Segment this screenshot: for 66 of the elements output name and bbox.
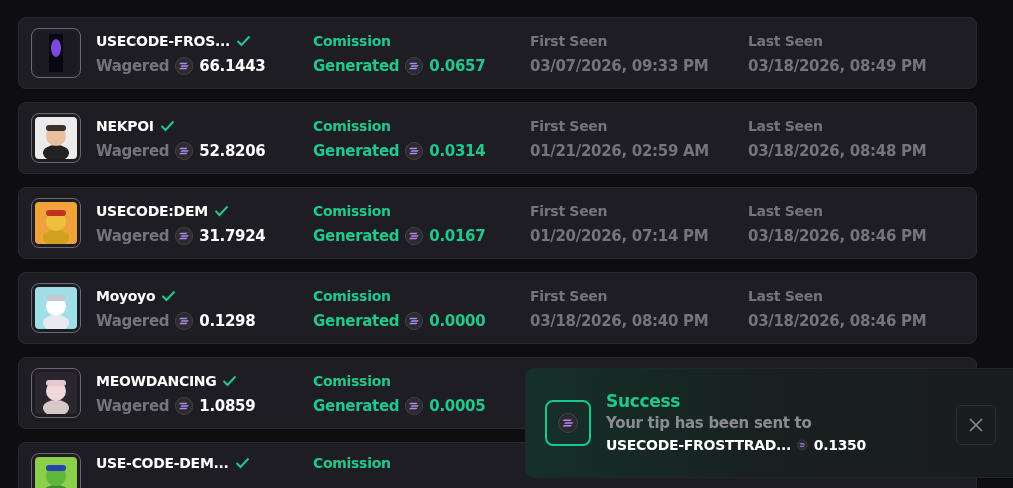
generated-value: 0.0314: [429, 141, 486, 160]
wagered-value: 31.7924: [199, 226, 266, 245]
commission-label: Comission: [313, 32, 391, 49]
wagered-label: Wagered: [96, 56, 170, 75]
coin-icon: [175, 226, 194, 245]
coin-icon: [175, 396, 194, 415]
close-button[interactable]: [956, 405, 996, 445]
coin-icon: [175, 141, 194, 160]
first-seen-label: First Seen: [530, 32, 608, 49]
generated-label: Generated: [313, 311, 400, 330]
wagered-value: 1.0859: [199, 396, 256, 415]
first-seen-label: First Seen: [530, 117, 608, 134]
generated-label: Generated: [313, 396, 400, 415]
coin-icon: [175, 311, 194, 330]
recipient-name: USECODE-FROSTTRAD...: [606, 437, 792, 453]
wagered-value: 52.8206: [199, 141, 266, 160]
coin-icon: [405, 311, 424, 330]
generated-value: 0.0005: [429, 396, 486, 415]
last-seen-date: 03/18/2026, 08:49 PM: [748, 56, 927, 75]
username: USECODE:DEM: [96, 202, 208, 219]
commission-label: Comission: [313, 117, 391, 134]
generated-value: 0.0000: [429, 311, 486, 330]
username: Moyoyo: [96, 287, 156, 304]
coin-icon: [797, 436, 808, 454]
last-seen-date: 03/18/2026, 08:46 PM: [748, 226, 927, 245]
coin-icon: [405, 56, 424, 75]
last-seen-label: Last Seen: [748, 202, 823, 219]
last-seen-label: Last Seen: [748, 287, 823, 304]
generated-value: 0.0657: [429, 56, 486, 75]
generated-label: Generated: [313, 56, 400, 75]
coin-icon: [405, 141, 424, 160]
wagered-label: Wagered: [96, 141, 170, 160]
generated-value: 0.0167: [429, 226, 486, 245]
toast-message: Your tip has been sent to: [606, 414, 813, 432]
first-seen-date: 03/07/2026, 09:33 PM: [530, 56, 709, 75]
wagered-label: Wagered: [96, 396, 170, 415]
wagered-label: Wagered: [96, 311, 170, 330]
first-seen-date: 01/21/2026, 02:59 AM: [530, 141, 709, 160]
wagered-label: Wagered: [96, 226, 170, 245]
generated-label: Generated: [313, 141, 400, 160]
close-icon: [969, 418, 983, 432]
first-seen-label: First Seen: [530, 202, 608, 219]
first-seen-date: 03/18/2026, 08:40 PM: [530, 311, 709, 330]
first-seen-label: First Seen: [530, 287, 608, 304]
generated-label: Generated: [313, 226, 400, 245]
username: USECODE-FROS...: [96, 32, 230, 49]
username: MEOWDANCING: [96, 372, 217, 389]
tip-amount: 0.1350: [813, 437, 866, 453]
coin-icon: [558, 413, 578, 433]
commission-label: Comission: [313, 202, 391, 219]
commission-label: Comission: [313, 455, 391, 471]
last-seen-label: Last Seen: [748, 117, 823, 134]
toast-title: Success: [606, 391, 682, 411]
commission-label: Comission: [313, 372, 391, 389]
commission-label: Comission: [313, 287, 391, 304]
last-seen-date: 03/18/2026, 08:48 PM: [748, 141, 927, 160]
username: NEKPOI: [96, 117, 154, 134]
coin-icon: [405, 396, 424, 415]
first-seen-date: 01/20/2026, 07:14 PM: [530, 226, 709, 245]
last-seen-label: Last Seen: [748, 32, 823, 49]
coin-icon: [405, 226, 424, 245]
coin-icon: [175, 56, 194, 75]
wagered-value: 0.1298: [199, 311, 256, 330]
wagered-value: 66.1443: [199, 56, 266, 75]
last-seen-date: 03/18/2026, 08:46 PM: [748, 311, 927, 330]
username: USE-CODE-DEM...: [96, 455, 229, 471]
